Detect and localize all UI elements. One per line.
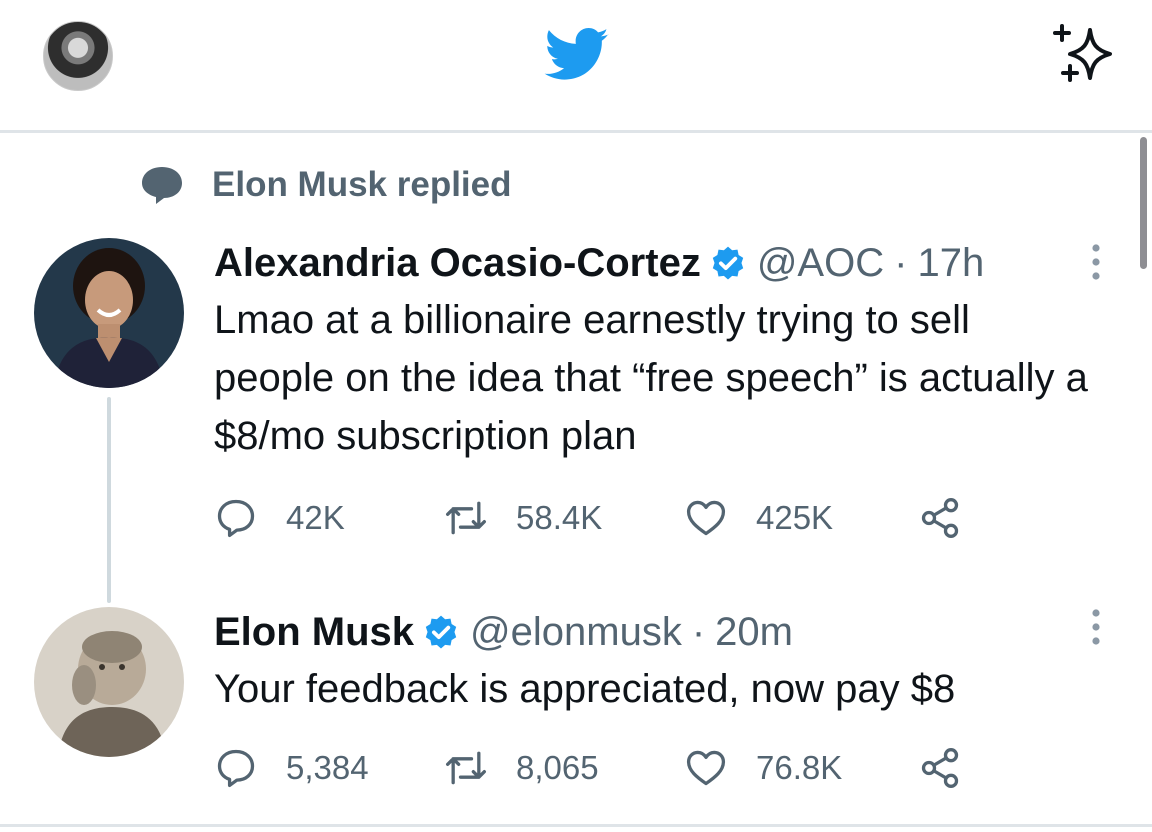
top-divider (0, 130, 1152, 133)
heart-icon (686, 500, 726, 536)
tweet-1-like-button[interactable]: 425K (684, 496, 833, 540)
more-options-icon[interactable] (1088, 242, 1104, 282)
speech-bubble-icon (142, 167, 182, 204)
reply-icon (217, 499, 255, 538)
retweet-icon (446, 501, 486, 535)
tweet-1-retweet-button[interactable]: 58.4K (444, 496, 602, 540)
tweet-2-separator: · (691, 610, 706, 654)
tweet-2-author-name[interactable]: Elon Musk (214, 610, 414, 655)
top-bar (0, 0, 1152, 130)
tweet-2-retweet-count: 8,065 (516, 749, 599, 786)
tweet-1-reply-button[interactable]: 42K (214, 496, 345, 540)
retweet-icon (446, 751, 486, 785)
social-context-label: Elon Musk replied (212, 165, 512, 204)
social-context: Elon Musk replied (140, 163, 512, 207)
verified-badge-icon (712, 246, 744, 280)
tweet-1-separator: · (894, 241, 908, 285)
tweet-1-like-count: 425K (756, 499, 834, 536)
profile-avatar[interactable] (43, 21, 113, 91)
tweet-2-share-button[interactable] (918, 746, 990, 790)
elon-avatar-image (34, 607, 184, 757)
reply-icon (217, 749, 255, 788)
tweet-1-retweet-count: 58.4K (516, 499, 603, 536)
tweet-2-like-count: 76.8K (756, 749, 843, 786)
aoc-avatar[interactable] (34, 238, 184, 388)
heart-icon (686, 750, 726, 786)
tweet-2-handle[interactable]: @elonmusk (470, 610, 682, 655)
elon-avatar[interactable] (34, 607, 184, 757)
tweet-1-handle[interactable]: @AOC (757, 241, 884, 286)
more-options-icon[interactable] (1088, 607, 1104, 647)
bottom-divider (0, 824, 1152, 827)
scrollbar[interactable] (1140, 137, 1147, 269)
share-icon (921, 498, 959, 538)
tweet-1-text: Lmao at a billionaire earnestly trying t… (214, 298, 1088, 458)
tweet-2-retweet-button[interactable]: 8,065 (444, 746, 599, 790)
tweet-2-like-button[interactable]: 76.8K (684, 746, 842, 790)
tweet-2-timestamp[interactable]: 20m (715, 610, 793, 655)
share-icon (921, 748, 959, 788)
tweet-2-text: Your feedback is appreciated, now pay $8 (214, 667, 956, 711)
tweet-2-reply-count: 5,384 (286, 749, 369, 786)
tweet-1-author-name[interactable]: Alexandria Ocasio-Cortez (214, 241, 701, 286)
tweet-1-share-button[interactable] (918, 496, 990, 540)
tweet-1-header: Alexandria Ocasio-Cortez @AOC · 17h (214, 241, 984, 286)
sparkle-icon[interactable] (1050, 22, 1120, 88)
tweet-1-timestamp[interactable]: 17h (917, 241, 984, 286)
twitter-bird-icon[interactable] (544, 28, 610, 82)
tweet-1-reply-count: 42K (286, 499, 345, 536)
tweet-2-reply-button[interactable]: 5,384 (214, 746, 369, 790)
aoc-avatar-image (34, 238, 184, 388)
tweet-2-header: Elon Musk @elonmusk · 20m (214, 610, 793, 655)
thread-line (107, 397, 111, 603)
verified-badge-icon (425, 615, 457, 649)
